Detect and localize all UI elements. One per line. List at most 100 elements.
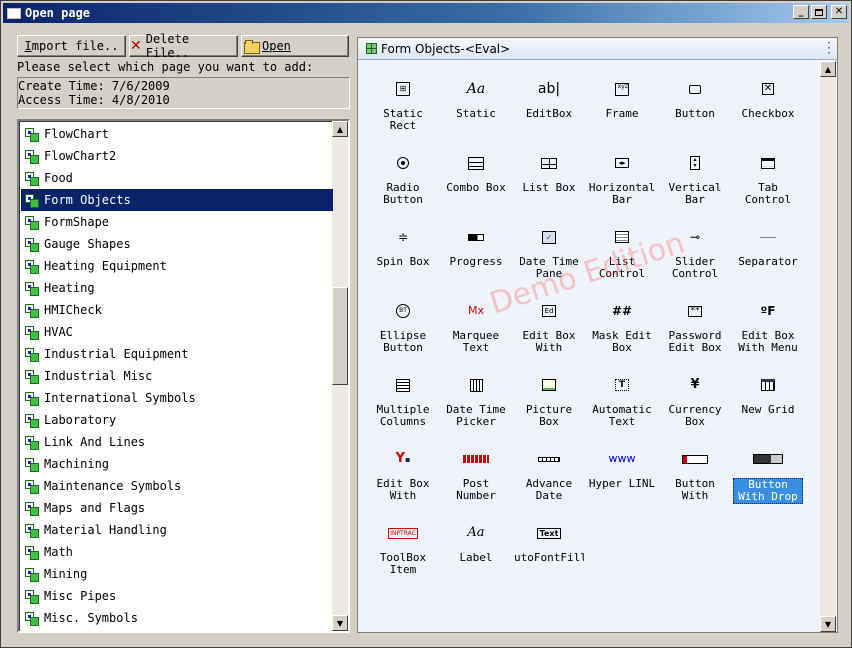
object-tile[interactable]: Radio Button xyxy=(368,142,438,212)
page-list-item[interactable]: Misc. Symbols xyxy=(21,607,333,629)
page-list-item[interactable]: HVAC xyxy=(21,321,333,343)
scroll-down-button[interactable]: ▼ xyxy=(332,615,348,631)
object-tile[interactable]: Aa Static xyxy=(441,68,511,138)
object-tile-label: Frame xyxy=(605,108,639,120)
page-list-item[interactable]: FlowChart2 xyxy=(21,145,333,167)
object-tile[interactable]: Tab Control xyxy=(733,142,803,212)
page-list-item[interactable]: Material Handling xyxy=(21,519,333,541)
object-tile[interactable]: Date Time Picker xyxy=(441,364,511,434)
object-tile[interactable]: ⊞ Static Rect xyxy=(368,68,438,138)
page-list-item[interactable]: Industrial Misc xyxy=(21,365,333,387)
object-tile[interactable]: BT Ellipse Button xyxy=(368,290,438,360)
page-icon xyxy=(24,523,40,538)
scroll-thumb[interactable] xyxy=(332,287,348,385)
object-tile[interactable]: ¥ Currency Box xyxy=(660,364,730,434)
title-bar[interactable]: Open page _ ✕ xyxy=(3,3,849,23)
object-tile[interactable]: Picture Box xyxy=(514,364,584,434)
page-list-item[interactable]: FormShape xyxy=(21,211,333,233)
object-tile-label: List Control xyxy=(598,256,646,280)
object-tile[interactable]: T Automatic Text xyxy=(587,364,657,434)
object-tile[interactable]: New Grid xyxy=(733,364,803,434)
object-tile[interactable]: ≑ Spin Box xyxy=(368,216,438,286)
maximize-button[interactable] xyxy=(811,5,827,19)
page-list-item[interactable]: Maps and Flags xyxy=(21,497,333,519)
object-tile[interactable]: Y▪ Edit Box With xyxy=(368,438,438,508)
create-time: Create Time: 7/6/2009 xyxy=(18,79,170,93)
objects-scroll-down-button[interactable]: ▼ xyxy=(820,616,836,632)
maximize-icon xyxy=(815,8,823,16)
object-tile-label: Ellipse Button xyxy=(379,330,427,354)
page-list-item[interactable]: Laboratory xyxy=(21,409,333,431)
object-tile-label: Static xyxy=(456,108,496,120)
object-tile[interactable]: Button With Drop xyxy=(733,438,803,508)
page-icon xyxy=(24,457,40,472)
object-tile[interactable]: ºF Edit Box With Menu xyxy=(733,290,803,360)
object-tile[interactable]: ** Password Edit Box xyxy=(660,290,730,360)
object-tile[interactable]: Progress xyxy=(441,216,511,286)
object-tile[interactable]: Advance Date xyxy=(514,438,584,508)
object-tile[interactable]: Multiple Columns xyxy=(368,364,438,434)
button-with-icon xyxy=(682,446,708,472)
object-tile[interactable]: Text utoFontFillS xyxy=(514,512,584,582)
window-icon xyxy=(7,7,21,19)
advance-date-icon xyxy=(538,446,560,472)
minimize-icon: _ xyxy=(798,6,804,17)
object-tile-label: Button xyxy=(675,108,715,120)
object-tile[interactable]: Ed Edit Box With xyxy=(514,290,584,360)
object-tile[interactable]: List Box xyxy=(514,142,584,212)
object-tile[interactable]: ⊸ Slider Control xyxy=(660,216,730,286)
object-tile[interactable]: Post Number xyxy=(441,438,511,508)
panel-grip-icon[interactable]: · · · xyxy=(827,37,831,59)
page-list-item[interactable]: Gauge Shapes xyxy=(21,233,333,255)
list-control-icon xyxy=(615,224,629,250)
object-tile[interactable]: Separator xyxy=(733,216,803,286)
delete-x-icon: ✕ xyxy=(130,38,142,54)
object-tile[interactable]: Button With xyxy=(660,438,730,508)
page-list-item[interactable]: Food xyxy=(21,167,333,189)
object-tile[interactable]: ᴡᴡᴡ Hyper LINL xyxy=(587,438,657,508)
object-tile[interactable]: ▴ ▾ Vertical Bar xyxy=(660,142,730,212)
page-list-item[interactable]: Machining xyxy=(21,453,333,475)
page-list-item[interactable]: Industrial Equipment xyxy=(21,343,333,365)
object-tile[interactable]: Button xyxy=(660,68,730,138)
object-tile-label: Edit Box With Menu xyxy=(738,330,798,354)
page-list-item[interactable]: FlowChart xyxy=(21,123,333,145)
object-tile[interactable]: Aa Label xyxy=(441,512,511,582)
page-list-item[interactable]: Link And Lines xyxy=(21,431,333,453)
page-list-item[interactable]: Form Objects xyxy=(21,189,333,211)
objects-scroll-up-button[interactable]: ▲ xyxy=(820,61,836,77)
objects-scrollbar[interactable]: ▲ ▼ xyxy=(820,61,836,632)
open-button[interactable]: Open xyxy=(241,35,349,57)
delete-file-button[interactable]: ✕ Delete File.. xyxy=(129,32,238,60)
page-list-item-label: Misc Pipes xyxy=(44,589,117,603)
object-tile[interactable]: ## Mask Edit Box xyxy=(587,290,657,360)
open-page-dialog: Open page _ ✕ Import file.. ✕ Delete Fil… xyxy=(0,0,852,648)
page-list-item-label: HMICheck xyxy=(44,303,102,317)
import-file-button[interactable]: Import file.. xyxy=(17,35,126,57)
page-list-item[interactable]: Heating xyxy=(21,277,333,299)
page-list-scrollbar[interactable]: ▲ ▼ xyxy=(332,121,348,631)
page-list-item[interactable]: International Symbols xyxy=(21,387,333,409)
object-tile[interactable]: INPTRAC ToolBox Item xyxy=(368,512,438,582)
objects-panel-title: Form Objects-<Eval> xyxy=(381,41,511,56)
scroll-up-button[interactable]: ▲ xyxy=(332,121,348,137)
page-list-item[interactable]: HMICheck xyxy=(21,299,333,321)
page-list[interactable]: ▲ ▼ FlowChart FlowChart2 Food Form Objects F… xyxy=(17,119,350,633)
page-icon xyxy=(24,413,40,428)
object-tile[interactable]: Mx Marquee Text xyxy=(441,290,511,360)
page-list-item[interactable]: Misc Pipes xyxy=(21,585,333,607)
object-tile[interactable]: ◂▸ Horizontal Bar xyxy=(587,142,657,212)
object-tile[interactable]: ✓ Date Time Pane xyxy=(514,216,584,286)
page-list-item[interactable]: Heating Equipment xyxy=(21,255,333,277)
object-tile[interactable]: ✕ Checkbox xyxy=(733,68,803,138)
page-list-item[interactable]: Math xyxy=(21,541,333,563)
page-list-item[interactable]: Maintenance Symbols xyxy=(21,475,333,497)
object-tile[interactable]: List Control xyxy=(587,216,657,286)
object-tile[interactable]: ab| EditBox xyxy=(514,68,584,138)
object-tile[interactable]: xyz Frame xyxy=(587,68,657,138)
page-list-item[interactable]: Mining xyxy=(21,563,333,585)
object-tile[interactable]: Combo Box xyxy=(441,142,511,212)
object-tile-label: Marquee Text xyxy=(452,330,500,354)
minimize-button[interactable]: _ xyxy=(793,5,809,19)
close-button[interactable]: ✕ xyxy=(831,5,847,19)
